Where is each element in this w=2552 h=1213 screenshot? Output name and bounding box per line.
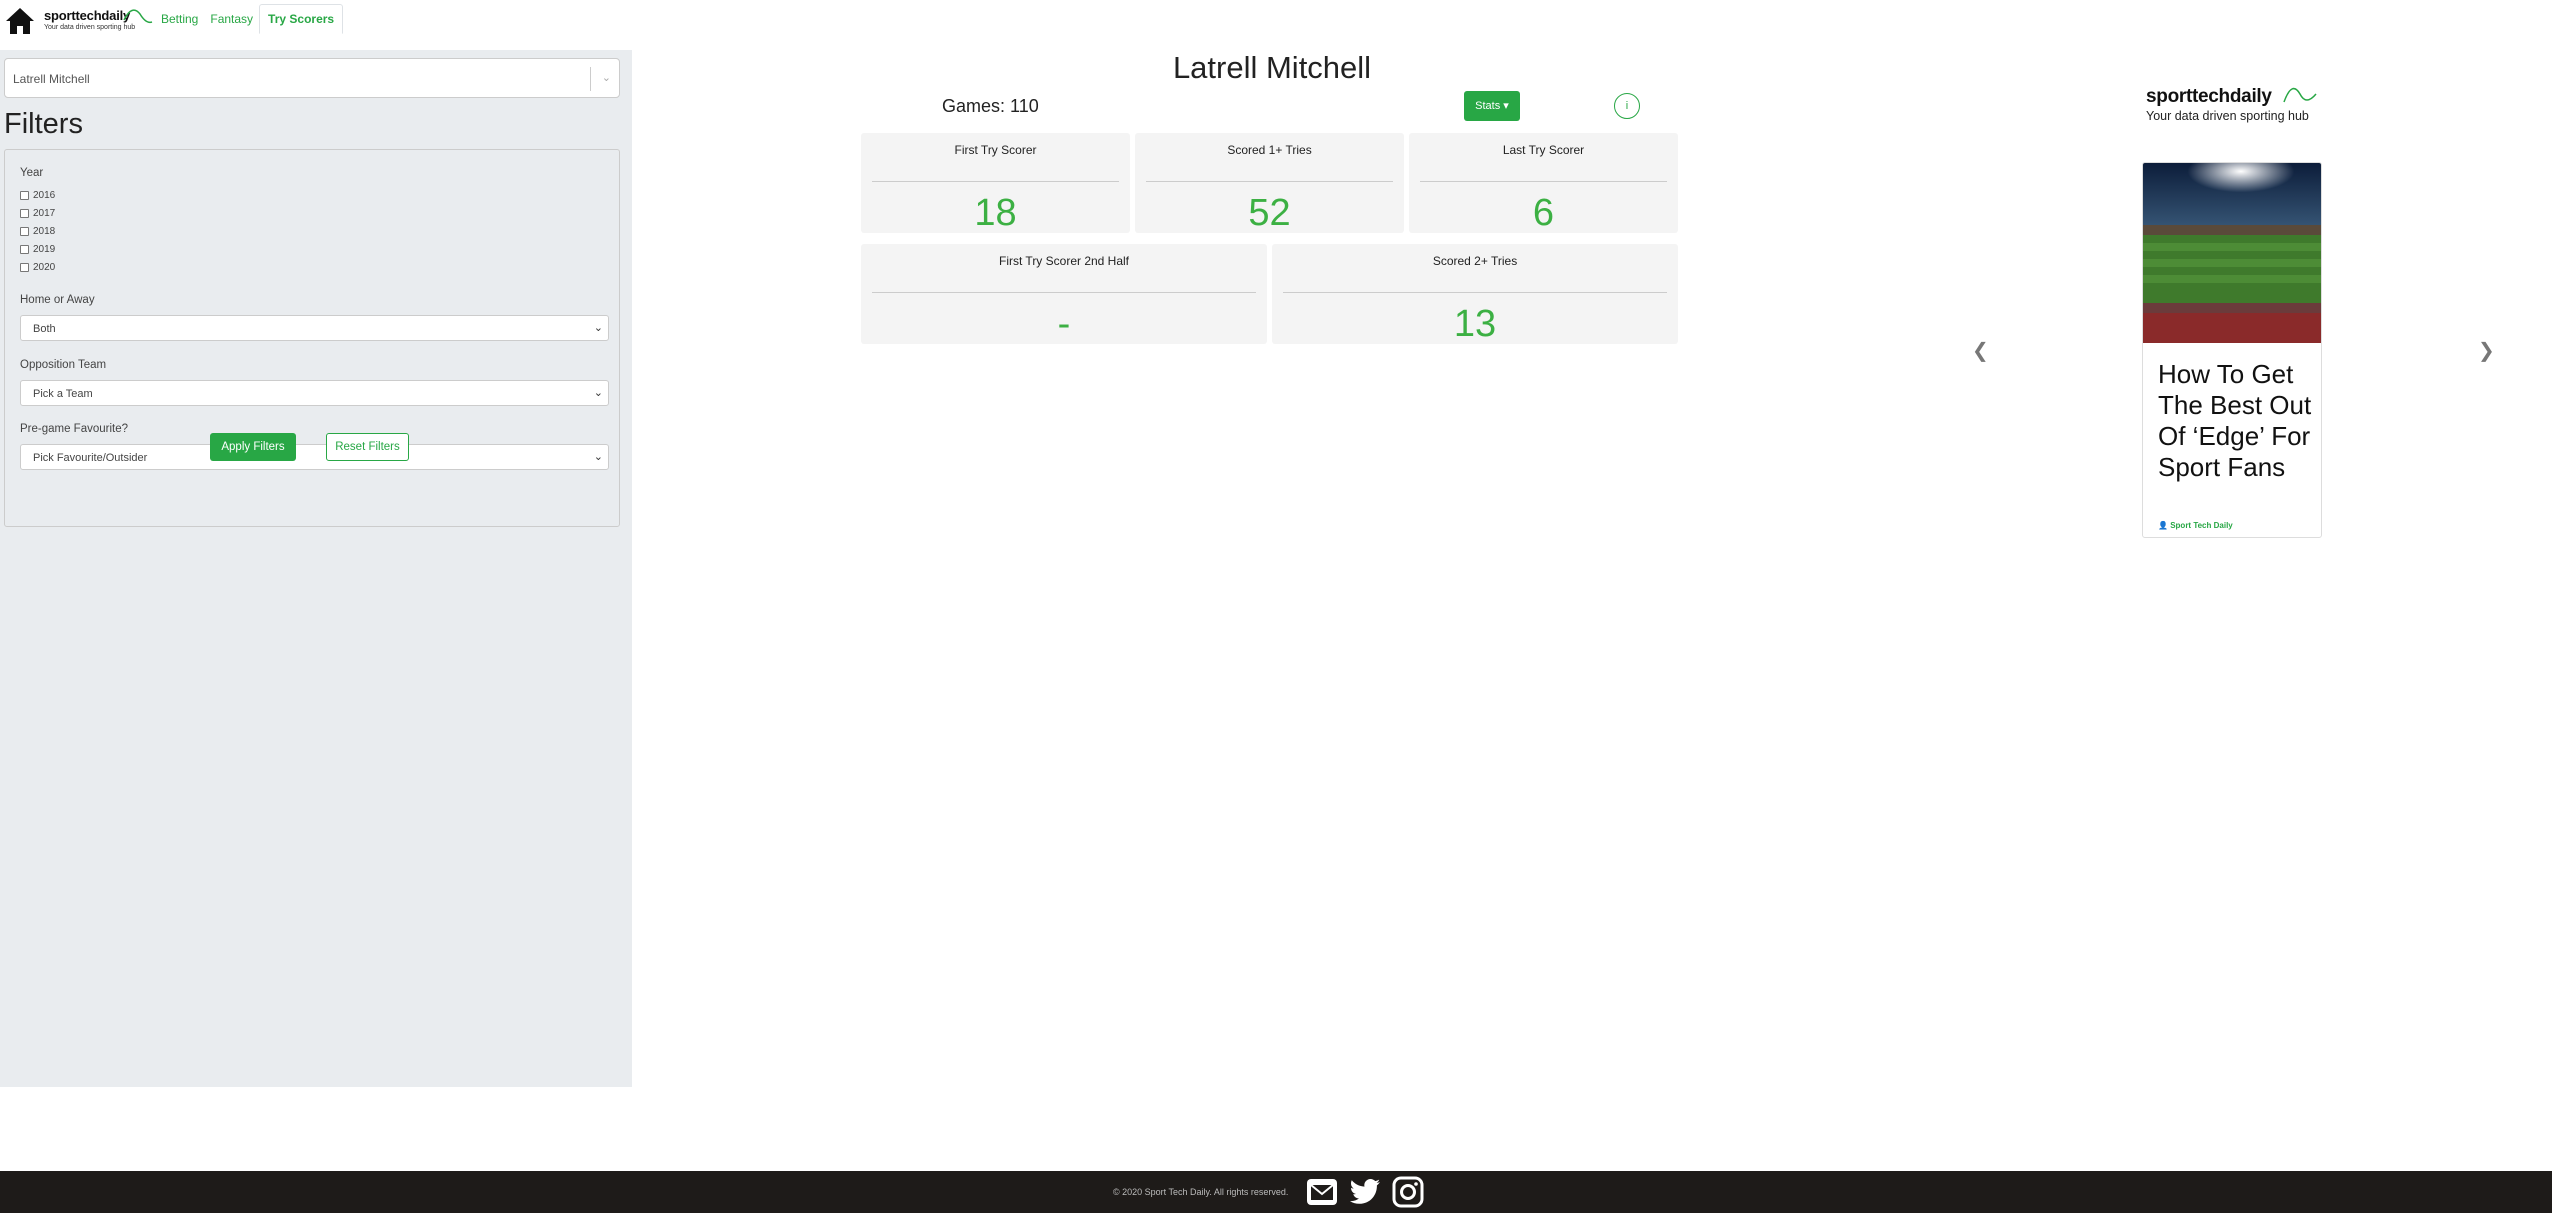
games-count: Games: 110 xyxy=(942,96,1039,116)
divider xyxy=(1420,181,1667,182)
opposition-label: Opposition Team xyxy=(20,359,107,371)
brand-wave-icon xyxy=(2283,87,2317,103)
nav-link-betting[interactable]: Betting xyxy=(155,4,204,34)
copyright-text: © 2020 Sport Tech Daily. All rights rese… xyxy=(1113,1187,1289,1197)
favourite-value: Pick Favourite/Outsider xyxy=(33,452,148,464)
home-away-label: Home or Away xyxy=(20,294,95,306)
stat-card-title: Last Try Scorer xyxy=(1502,143,1585,157)
year-label: Year xyxy=(20,167,44,179)
nav-link-try-scorers[interactable]: Try Scorers xyxy=(259,4,344,34)
stats-dropdown-button[interactable]: Stats ▾ xyxy=(1464,91,1520,121)
caret-down-icon: ▾ xyxy=(1503,100,1509,112)
stat-card-value: - xyxy=(1057,303,1071,345)
article-author-name: Sport Tech Daily xyxy=(2170,521,2233,530)
nav-links: Betting Fantasy Try Scorers xyxy=(155,4,344,34)
stat-card-scored-1-tries: Scored 1+ Tries 52 xyxy=(1135,133,1404,233)
opposition-value: Pick a Team xyxy=(33,388,93,400)
stat-card-scored-2-tries: Scored 2+ Tries 13 xyxy=(1272,244,1678,344)
year-checkbox[interactable] xyxy=(20,227,29,236)
article-card[interactable]: How To Get The Best Out Of ‘Edge’ For Sp… xyxy=(2142,162,2322,538)
user-icon: 👤 xyxy=(2158,521,2168,530)
stat-card-value: 13 xyxy=(1453,303,1497,345)
stats-button-label: Stats xyxy=(1475,100,1501,112)
stat-card-title: First Try Scorer xyxy=(954,143,1037,157)
stat-card-title: Scored 1+ Tries xyxy=(1227,143,1312,157)
filters-form: Year 2016 2017 2018 2019 2020 Home or Aw… xyxy=(4,149,620,527)
stat-card-value: 6 xyxy=(1532,192,1555,234)
stat-card-last-try: Last Try Scorer 6 xyxy=(1409,133,1678,233)
brand-logo[interactable]: sporttechdaily Your data driven sporting… xyxy=(44,8,153,31)
favourite-select[interactable]: Pick Favourite/Outsider ⌄ xyxy=(20,444,609,470)
year-option-label: 2018 xyxy=(33,226,56,237)
chevron-down-icon: ⌄ xyxy=(593,322,603,334)
carousel-next-button[interactable]: ❯ xyxy=(2478,338,2495,363)
divider xyxy=(1283,292,1667,293)
year-option-2020[interactable]: 2020 xyxy=(20,262,55,273)
chevron-down-icon: ⌄ xyxy=(593,387,603,399)
filters-title: Filters xyxy=(4,108,83,140)
year-checkbox[interactable] xyxy=(20,191,29,200)
divider xyxy=(872,292,1256,293)
stat-card-first-try-2nd-half: First Try Scorer 2nd Half - xyxy=(861,244,1267,344)
nav-link-fantasy[interactable]: Fantasy xyxy=(204,4,259,34)
year-option-2016[interactable]: 2016 xyxy=(20,190,55,201)
stat-card-value: 18 xyxy=(974,192,1017,234)
year-option-2019[interactable]: 2019 xyxy=(20,244,55,255)
divider xyxy=(872,181,1119,182)
page-title: Latrell Mitchell xyxy=(1172,50,1372,85)
year-option-label: 2017 xyxy=(33,208,56,219)
ad-brand-logo[interactable]: sporttechdaily Your data driven sporting… xyxy=(2146,86,2317,123)
reset-filters-button[interactable]: Reset Filters xyxy=(326,433,409,461)
home-icon[interactable] xyxy=(4,6,36,36)
year-checkbox[interactable] xyxy=(20,245,29,254)
top-nav: sporttechdaily Your data driven sporting… xyxy=(0,0,2552,44)
chevron-down-icon: ⌄ xyxy=(593,451,603,463)
home-away-value: Both xyxy=(33,323,56,335)
carousel-prev-button[interactable]: ❮ xyxy=(1972,338,1989,363)
stat-card-value: 52 xyxy=(1248,192,1291,234)
year-option-2017[interactable]: 2017 xyxy=(20,208,55,219)
article-headline[interactable]: How To Get The Best Out Of ‘Edge’ For Sp… xyxy=(2158,359,2313,483)
article-author[interactable]: 👤 Sport Tech Daily xyxy=(2158,521,2233,530)
divider xyxy=(1146,181,1393,182)
favourite-label: Pre-game Favourite? xyxy=(20,423,129,435)
home-away-select[interactable]: Both ⌄ xyxy=(20,315,609,341)
stat-card-title: First Try Scorer 2nd Half xyxy=(998,254,1130,268)
year-checkbox[interactable] xyxy=(20,209,29,218)
ad-brand-tagline: Your data driven sporting hub xyxy=(2146,109,2309,123)
instagram-icon[interactable] xyxy=(1391,1176,1425,1208)
apply-filters-button[interactable]: Apply Filters xyxy=(210,433,296,461)
year-option-label: 2020 xyxy=(33,262,56,273)
stat-card-first-try: First Try Scorer 18 xyxy=(861,133,1130,233)
year-option-2018[interactable]: 2018 xyxy=(20,226,55,237)
stadium-image xyxy=(2143,163,2321,343)
opposition-select[interactable]: Pick a Team ⌄ xyxy=(20,380,609,406)
mail-icon[interactable] xyxy=(1305,1176,1339,1208)
footer: © 2020 Sport Tech Daily. All rights rese… xyxy=(0,1171,2552,1213)
year-checkbox[interactable] xyxy=(20,263,29,272)
filters-sidebar: Latrell Mitchell ⌄ Filters Year 2016 201… xyxy=(0,50,632,1087)
year-option-label: 2016 xyxy=(33,190,56,201)
year-option-label: 2019 xyxy=(33,244,56,255)
info-button[interactable]: i xyxy=(1614,93,1640,119)
twitter-icon[interactable] xyxy=(1348,1176,1382,1208)
stat-card-title: Scored 2+ Tries xyxy=(1432,254,1518,268)
